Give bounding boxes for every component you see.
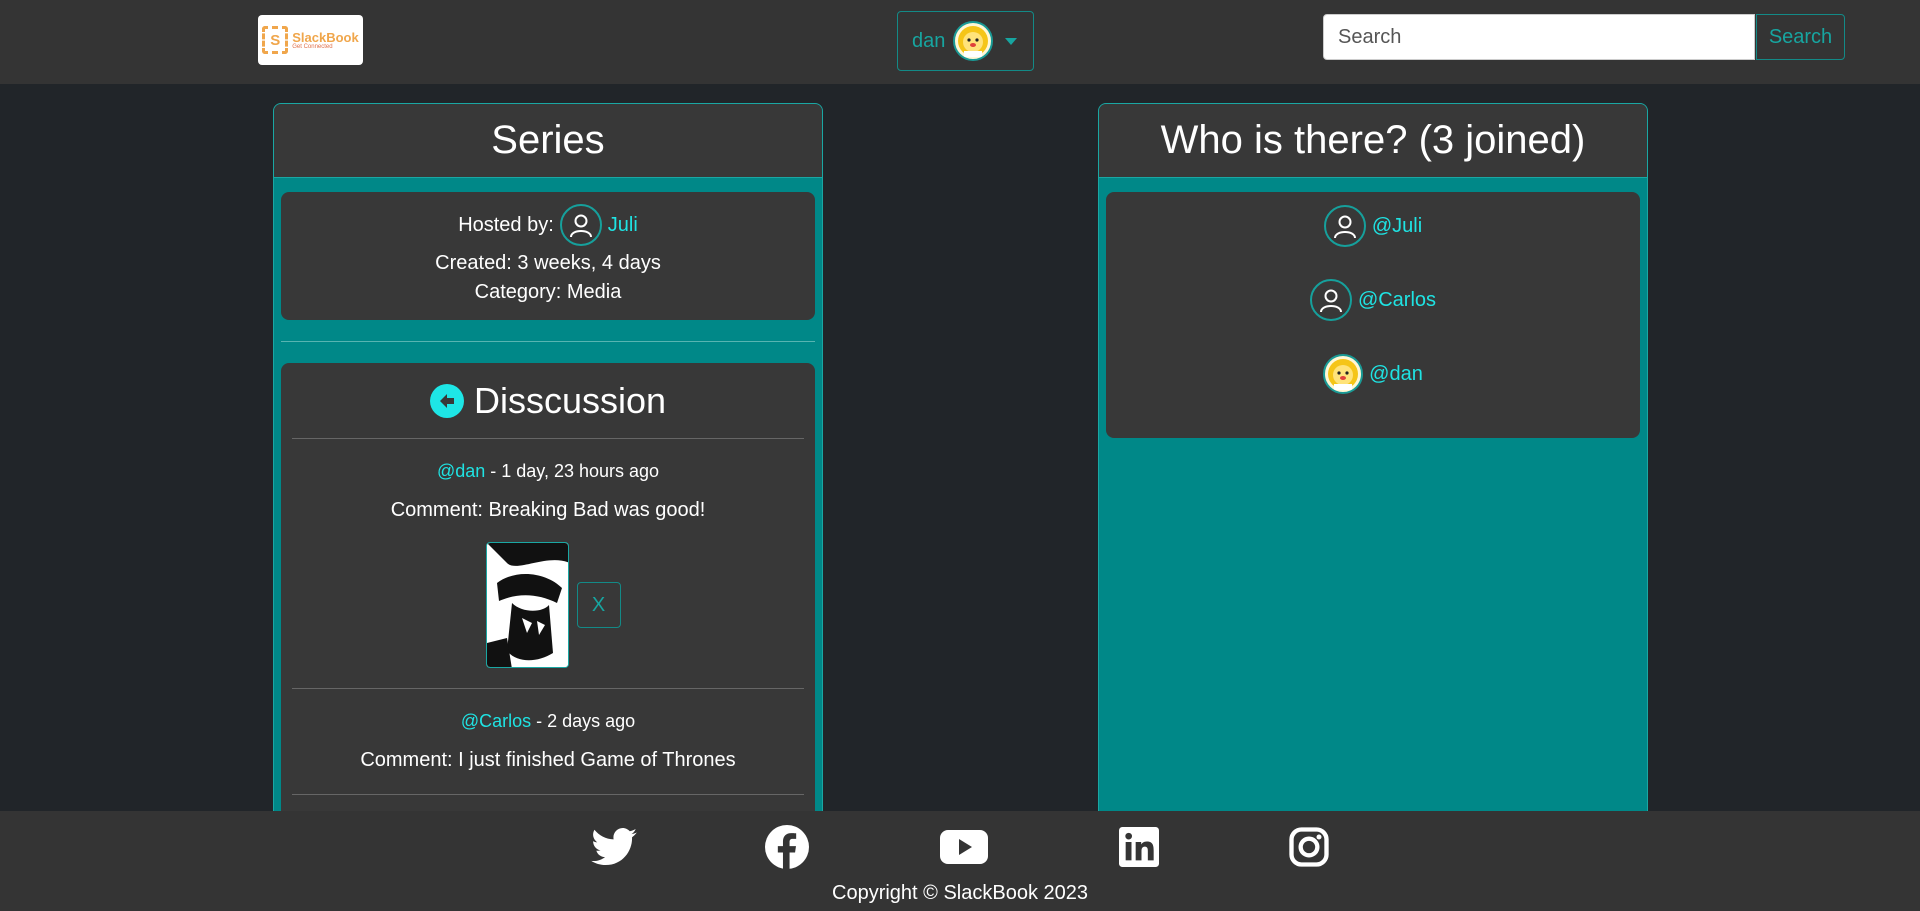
user-icon: [1309, 279, 1352, 321]
navbar: S SlackBook Get Connected dan Search: [0, 0, 1920, 84]
logo-tagline: Get Connected: [292, 43, 333, 50]
twitter-icon[interactable]: [590, 825, 638, 869]
member-item: @dan: [1106, 352, 1640, 396]
comment-time: - 1 day, 23 hours ago: [485, 461, 660, 481]
group-info: Hosted by: Juli Created: 3 weeks, 4 days…: [281, 192, 815, 320]
search-button[interactable]: Search: [1756, 14, 1845, 60]
search-input[interactable]: [1323, 14, 1755, 60]
footer: Copyright © SlackBook 2023: [0, 811, 1920, 911]
logo-name: SlackBook: [292, 29, 359, 45]
discussion-title: Disscussion: [473, 379, 667, 421]
instagram-icon[interactable]: [1285, 825, 1333, 869]
hosted-by-label: Hosted by:: [458, 213, 554, 236]
slackbook-logo[interactable]: S SlackBook Get Connected: [258, 15, 363, 65]
delete-comment-button[interactable]: X: [576, 582, 621, 628]
members-list: @Juli @Carlos @dan: [1106, 192, 1640, 438]
comment-time: - 2 days ago: [531, 711, 636, 731]
host-link[interactable]: Juli: [608, 214, 638, 237]
user-icon: [1323, 205, 1366, 247]
member-link[interactable]: @dan: [1369, 363, 1423, 386]
user-icon: [559, 204, 602, 246]
user-menu-dropdown[interactable]: dan: [897, 11, 1034, 71]
member-link[interactable]: @Carlos: [1358, 289, 1436, 312]
created-text: Created: 3 weeks, 4 days: [435, 252, 661, 274]
divider: [281, 341, 815, 342]
linkedin-icon[interactable]: [1115, 825, 1163, 869]
comment-item: @dan - 1 day, 23 hours ago Comment: Brea…: [292, 439, 804, 689]
facebook-icon[interactable]: [763, 825, 811, 869]
youtube-icon[interactable]: [940, 825, 988, 869]
members-title: Who is there? (3 joined): [1099, 104, 1647, 178]
member-link[interactable]: @Juli: [1372, 215, 1422, 238]
comment-item: @Carlos - 2 days ago Comment: I just fin…: [292, 689, 804, 795]
copyright-text: Copyright © SlackBook 2023: [832, 882, 1088, 904]
arrow-left-circle-icon[interactable]: [429, 383, 464, 418]
logo-mark: S: [262, 26, 289, 54]
member-item: @Carlos: [1106, 278, 1640, 322]
comment-image[interactable]: [485, 542, 569, 668]
comment-text: Comment: Breaking Bad was good!: [390, 499, 706, 521]
comment-author-link[interactable]: @dan: [437, 461, 485, 481]
discussion-panel: Disscussion @dan - 1 day, 23 hours ago C…: [281, 363, 815, 862]
category-text: Category: Media: [474, 281, 622, 303]
comment-text: Comment: I just finished Game of Thrones: [360, 749, 736, 771]
comment-author-link[interactable]: @Carlos: [461, 711, 531, 731]
group-title: Series: [274, 104, 822, 178]
member-item: @Juli: [1106, 204, 1640, 248]
lion-avatar-icon: [953, 21, 994, 61]
user-menu-name: dan: [912, 29, 946, 52]
members-card: Who is there? (3 joined) @Juli @Carlos @…: [1098, 103, 1648, 863]
group-card: Series Hosted by: Juli Created: 3 weeks,…: [273, 103, 823, 863]
lion-avatar-icon: [1323, 354, 1364, 394]
chevron-down-icon: [1005, 37, 1018, 45]
